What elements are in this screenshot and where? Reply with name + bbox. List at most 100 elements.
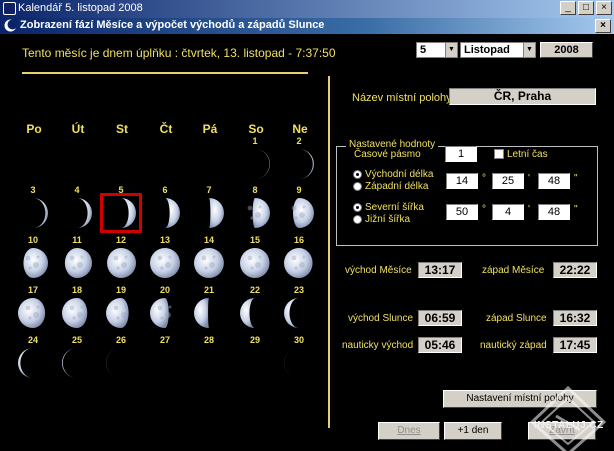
calendar-day-30[interactable]: 30 — [280, 335, 318, 381]
maximize-button[interactable]: □ — [578, 1, 594, 15]
moon-phase-icon — [100, 193, 142, 233]
moon-phase-icon — [280, 146, 318, 182]
calendar-day-18[interactable]: 18 — [58, 285, 96, 331]
sunset-time: 16:32 — [553, 310, 597, 326]
chevron-down-icon[interactable]: ▼ — [445, 43, 457, 57]
weekday-label: Po — [26, 122, 42, 136]
minimize-button[interactable]: _ — [560, 1, 576, 15]
dst-label: Letní čas — [507, 149, 548, 160]
divider-top — [22, 72, 308, 74]
nautical-set-label: nautický západ — [480, 340, 547, 351]
close-window-button[interactable]: × — [596, 1, 612, 15]
year-field[interactable]: 2008 — [540, 42, 593, 58]
calendar-day-15[interactable]: 15 — [236, 235, 274, 281]
weekday-label: Pá — [202, 122, 218, 136]
day-number: 26 — [115, 335, 126, 345]
longitude-degrees-field[interactable]: 14 — [446, 173, 478, 189]
calendar-day-10[interactable]: 10 — [14, 235, 52, 281]
day-number: 29 — [249, 335, 260, 345]
calendar-day-24[interactable]: 24 — [14, 335, 52, 381]
moon-phase-icon — [236, 245, 274, 281]
calendar-day-21[interactable]: 21 — [190, 285, 228, 331]
longitude-minutes-field[interactable]: 25 — [492, 173, 524, 189]
calendar-day-27[interactable]: 27 — [146, 335, 184, 381]
timezone-field[interactable]: 1 — [445, 146, 477, 162]
day-number: 22 — [249, 285, 260, 295]
latitude-degrees-field[interactable]: 50 — [446, 204, 478, 220]
day-number: 2 — [296, 136, 302, 146]
calendar-day-19[interactable]: 19 — [102, 285, 140, 331]
day-number: 23 — [293, 285, 304, 295]
day-number: 8 — [252, 185, 258, 195]
latitude-minutes-field[interactable]: 4 — [492, 204, 524, 220]
moon-phase-icon — [14, 345, 52, 381]
calendar-day-25[interactable]: 25 — [58, 335, 96, 381]
calendar-day-17[interactable]: 17 — [14, 285, 52, 331]
day-number: 7 — [206, 185, 212, 195]
moon-phase-icon — [58, 295, 96, 331]
moon-phase-icon — [280, 195, 318, 231]
north-latitude-label: Severní šířka — [365, 202, 424, 213]
dst-checkbox[interactable] — [494, 149, 504, 159]
calendar-day-4[interactable]: 4 — [58, 185, 96, 231]
calendar-day-3[interactable]: 3 — [14, 185, 52, 231]
calendar-day-20[interactable]: 20 — [146, 285, 184, 331]
day-number: 30 — [293, 335, 304, 345]
calendar-day-22[interactable]: 22 — [236, 285, 274, 331]
moon-phase-icon — [146, 245, 184, 281]
location-field[interactable]: ČR, Praha — [449, 88, 596, 105]
today-button[interactable]: Dnes — [378, 422, 440, 440]
calendar-day-1[interactable]: 1 — [236, 136, 274, 182]
moonrise-time: 13:17 — [418, 262, 462, 278]
moon-phase-icon — [14, 245, 52, 281]
longitude-seconds-field[interactable]: 48 — [538, 173, 570, 189]
south-latitude-radio[interactable] — [353, 215, 362, 224]
day-number: 19 — [115, 285, 126, 295]
calendar-day-16[interactable]: 16 — [280, 235, 318, 281]
day-number: 28 — [203, 335, 214, 345]
east-longitude-label: Východní délka — [365, 169, 434, 180]
north-latitude-radio[interactable] — [353, 203, 362, 212]
day-number: 24 — [27, 335, 38, 345]
moonrise-label: východ Měsíce — [345, 265, 412, 276]
calendar-day-12[interactable]: 12 — [102, 235, 140, 281]
day-number: 4 — [74, 185, 80, 195]
calendar-day-28[interactable]: 28 — [190, 335, 228, 381]
inner-close-button[interactable]: × — [595, 19, 611, 33]
sunset-label: západ Slunce — [486, 313, 547, 324]
day-number: 6 — [162, 185, 168, 195]
calendar-day-2[interactable]: 2 — [280, 136, 318, 182]
day-number: 20 — [159, 285, 170, 295]
calendar-day-7[interactable]: 7 — [190, 185, 228, 231]
calendar-day-8[interactable]: 8 — [236, 185, 274, 231]
outer-window-title: Kalendář 5. listopad 2008 — [18, 2, 143, 14]
day-number: 9 — [296, 185, 302, 195]
calendar-day-23[interactable]: 23 — [280, 285, 318, 331]
latitude-seconds-field[interactable]: 48 — [538, 204, 570, 220]
month-select[interactable]: Listopad ▼ — [460, 42, 536, 58]
day-number: 16 — [293, 235, 304, 245]
calendar-day-29[interactable]: 29 — [236, 335, 274, 381]
chevron-down-icon[interactable]: ▼ — [523, 43, 535, 57]
day-number: 10 — [27, 235, 38, 245]
moon-phase-icon — [102, 245, 140, 281]
day-number: 11 — [72, 235, 82, 245]
east-longitude-radio[interactable] — [353, 170, 362, 179]
moon-phase-icon — [14, 195, 52, 231]
moon-phase-icon — [58, 245, 96, 281]
calendar-day-5[interactable]: 5 — [100, 185, 142, 233]
calendar-day-14[interactable]: 14 — [190, 235, 228, 281]
plus-one-day-button[interactable]: +1 den — [444, 422, 502, 440]
west-longitude-radio[interactable] — [353, 182, 362, 191]
moon-phase-icon — [102, 345, 140, 381]
moon-phase-icon — [280, 345, 318, 381]
weekday-header: Po Út St Čt Pá So Ne — [12, 122, 322, 138]
calendar-day-11[interactable]: 11 — [58, 235, 96, 281]
nautical-rise-time: 05:46 — [418, 337, 462, 353]
moon-phase-icon — [236, 295, 274, 331]
calendar-day-13[interactable]: 13 — [146, 235, 184, 281]
calendar-day-6[interactable]: 6 — [146, 185, 184, 231]
calendar-day-9[interactable]: 9 — [280, 185, 318, 231]
day-select[interactable]: 5 ▼ — [416, 42, 458, 58]
calendar-day-26[interactable]: 26 — [102, 335, 140, 381]
